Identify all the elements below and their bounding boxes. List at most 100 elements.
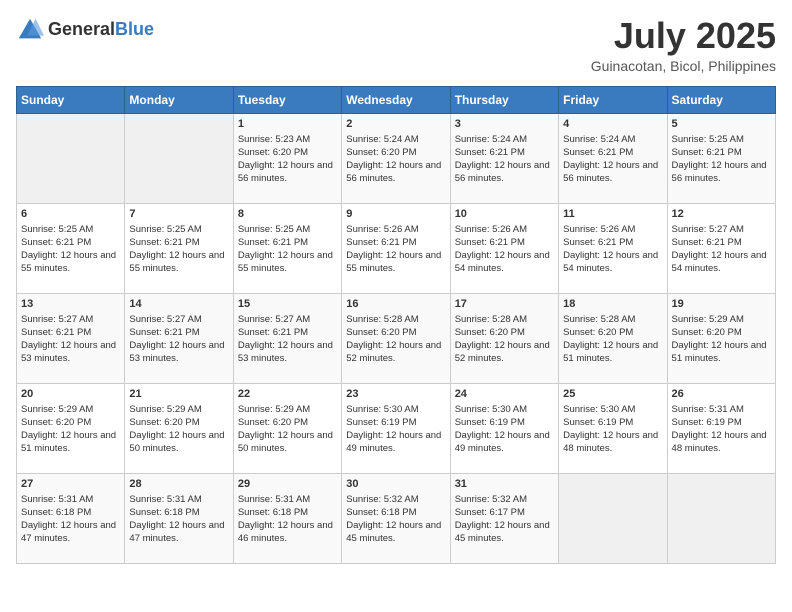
weekday-header-row: SundayMondayTuesdayWednesdayThursdayFrid… bbox=[17, 86, 776, 113]
weekday-header-thursday: Thursday bbox=[450, 86, 558, 113]
weekday-header-sunday: Sunday bbox=[17, 86, 125, 113]
day-info: Sunrise: 5:30 AMSunset: 6:19 PMDaylight:… bbox=[563, 403, 662, 456]
logo: GeneralBlue bbox=[16, 16, 154, 44]
day-info: Sunrise: 5:27 AMSunset: 6:21 PMDaylight:… bbox=[238, 313, 337, 366]
day-info: Sunrise: 5:32 AMSunset: 6:17 PMDaylight:… bbox=[455, 493, 554, 546]
day-info: Sunrise: 5:27 AMSunset: 6:21 PMDaylight:… bbox=[21, 313, 120, 366]
day-info: Sunrise: 5:31 AMSunset: 6:18 PMDaylight:… bbox=[129, 493, 228, 546]
day-number: 6 bbox=[21, 208, 120, 220]
day-number: 14 bbox=[129, 298, 228, 310]
day-info: Sunrise: 5:25 AMSunset: 6:21 PMDaylight:… bbox=[129, 223, 228, 276]
day-number: 27 bbox=[21, 478, 120, 490]
calendar-cell: 29 Sunrise: 5:31 AMSunset: 6:18 PMDayligh… bbox=[233, 473, 341, 563]
calendar-cell: 11 Sunrise: 5:26 AMSunset: 6:21 PMDayligh… bbox=[559, 203, 667, 293]
day-number: 26 bbox=[672, 388, 771, 400]
day-number: 17 bbox=[455, 298, 554, 310]
calendar-cell: 30Sunrise: 5:32 AMSunset: 6:18 PMDayligh… bbox=[342, 473, 450, 563]
calendar-cell: 1Sunrise: 5:23 AMSunset: 6:20 PMDaylight… bbox=[233, 113, 341, 203]
weekday-header-monday: Monday bbox=[125, 86, 233, 113]
weekday-header-tuesday: Tuesday bbox=[233, 86, 341, 113]
calendar-cell: 17 Sunrise: 5:28 AMSunset: 6:20 PMDayligh… bbox=[450, 293, 558, 383]
day-number: 8 bbox=[238, 208, 337, 220]
day-number: 9 bbox=[346, 208, 445, 220]
day-info: Sunrise: 5:28 AMSunset: 6:20 PMDaylight:… bbox=[455, 313, 554, 366]
calendar-cell: 22 Sunrise: 5:29 AMSunset: 6:20 PMDayligh… bbox=[233, 383, 341, 473]
day-number: 5 bbox=[672, 118, 771, 130]
day-info: Sunrise: 5:27 AMSunset: 6:21 PMDaylight:… bbox=[129, 313, 228, 366]
calendar-cell: 6Sunrise: 5:25 AMSunset: 6:21 PMDaylight… bbox=[17, 203, 125, 293]
day-number: 12 bbox=[672, 208, 771, 220]
day-number: 25 bbox=[563, 388, 662, 400]
day-number: 7 bbox=[129, 208, 228, 220]
day-info: Sunrise: 5:26 AMSunset: 6:21 PMDaylight:… bbox=[455, 223, 554, 276]
day-info: Sunrise: 5:29 AMSunset: 6:20 PMDaylight:… bbox=[238, 403, 337, 456]
day-info: Sunrise: 5:29 AMSunset: 6:20 PMDaylight:… bbox=[21, 403, 120, 456]
calendar-cell: 27 Sunrise: 5:31 AMSunset: 6:18 PMDayligh… bbox=[17, 473, 125, 563]
calendar-cell: 15 Sunrise: 5:27 AMSunset: 6:21 PMDayligh… bbox=[233, 293, 341, 383]
day-number: 29 bbox=[238, 478, 337, 490]
calendar-cell: 18 Sunrise: 5:28 AMSunset: 6:20 PMDayligh… bbox=[559, 293, 667, 383]
day-info: Sunrise: 5:28 AMSunset: 6:20 PMDaylight:… bbox=[346, 313, 445, 366]
calendar-cell: 19Sunrise: 5:29 AMSunset: 6:20 PMDayligh… bbox=[667, 293, 775, 383]
day-info: Sunrise: 5:24 AMSunset: 6:21 PMDaylight:… bbox=[563, 133, 662, 186]
day-number: 11 bbox=[563, 208, 662, 220]
title-section: July 2025 Guinacotan, Bicol, Philippines bbox=[591, 16, 776, 74]
day-info: Sunrise: 5:27 AMSunset: 6:21 PMDaylight:… bbox=[672, 223, 771, 276]
day-info: Sunrise: 5:28 AMSunset: 6:20 PMDaylight:… bbox=[563, 313, 662, 366]
day-number: 20 bbox=[21, 388, 120, 400]
calendar-table: SundayMondayTuesdayWednesdayThursdayFrid… bbox=[16, 86, 776, 564]
day-info: Sunrise: 5:26 AMSunset: 6:21 PMDaylight:… bbox=[563, 223, 662, 276]
day-info: Sunrise: 5:31 AMSunset: 6:18 PMDaylight:… bbox=[21, 493, 120, 546]
calendar-cell: 20 Sunrise: 5:29 AMSunset: 6:20 PMDayligh… bbox=[17, 383, 125, 473]
calendar-cell: 8 Sunrise: 5:25 AMSunset: 6:21 PMDaylight… bbox=[233, 203, 341, 293]
day-info: Sunrise: 5:24 AMSunset: 6:21 PMDaylight:… bbox=[455, 133, 554, 186]
page-header: GeneralBlue July 2025 Guinacotan, Bicol,… bbox=[16, 16, 776, 74]
day-info: Sunrise: 5:32 AMSunset: 6:18 PMDaylight:… bbox=[346, 493, 445, 546]
week-row-4: 20 Sunrise: 5:29 AMSunset: 6:20 PMDayligh… bbox=[17, 383, 776, 473]
day-number: 22 bbox=[238, 388, 337, 400]
day-number: 3 bbox=[455, 118, 554, 130]
weekday-header-wednesday: Wednesday bbox=[342, 86, 450, 113]
day-info: Sunrise: 5:30 AMSunset: 6:19 PMDaylight:… bbox=[455, 403, 554, 456]
location-title: Guinacotan, Bicol, Philippines bbox=[591, 58, 776, 74]
day-number: 16 bbox=[346, 298, 445, 310]
logo-text-general: General bbox=[48, 19, 115, 39]
calendar-cell: 31Sunrise: 5:32 AMSunset: 6:17 PMDayligh… bbox=[450, 473, 558, 563]
day-number: 10 bbox=[455, 208, 554, 220]
calendar-cell: 3 Sunrise: 5:24 AMSunset: 6:21 PMDaylight… bbox=[450, 113, 558, 203]
day-number: 19 bbox=[672, 298, 771, 310]
day-number: 4 bbox=[563, 118, 662, 130]
day-number: 15 bbox=[238, 298, 337, 310]
day-info: Sunrise: 5:25 AMSunset: 6:21 PMDaylight:… bbox=[672, 133, 771, 186]
logo-text-blue: Blue bbox=[115, 19, 154, 39]
calendar-cell: 4 Sunrise: 5:24 AMSunset: 6:21 PMDaylight… bbox=[559, 113, 667, 203]
calendar-cell: 26Sunrise: 5:31 AMSunset: 6:19 PMDayligh… bbox=[667, 383, 775, 473]
day-number: 21 bbox=[129, 388, 228, 400]
weekday-header-saturday: Saturday bbox=[667, 86, 775, 113]
day-info: Sunrise: 5:29 AMSunset: 6:20 PMDaylight:… bbox=[129, 403, 228, 456]
calendar-cell: 16 Sunrise: 5:28 AMSunset: 6:20 PMDayligh… bbox=[342, 293, 450, 383]
calendar-cell: 10 Sunrise: 5:26 AMSunset: 6:21 PMDayligh… bbox=[450, 203, 558, 293]
week-row-1: 1Sunrise: 5:23 AMSunset: 6:20 PMDaylight… bbox=[17, 113, 776, 203]
calendar-cell: 14 Sunrise: 5:27 AMSunset: 6:21 PMDayligh… bbox=[125, 293, 233, 383]
weekday-header-friday: Friday bbox=[559, 86, 667, 113]
calendar-cell: 7 Sunrise: 5:25 AMSunset: 6:21 PMDaylight… bbox=[125, 203, 233, 293]
calendar-cell: 2Sunrise: 5:24 AMSunset: 6:20 PMDaylight… bbox=[342, 113, 450, 203]
day-number: 18 bbox=[563, 298, 662, 310]
day-info: Sunrise: 5:26 AMSunset: 6:21 PMDaylight:… bbox=[346, 223, 445, 276]
day-info: Sunrise: 5:25 AMSunset: 6:21 PMDaylight:… bbox=[238, 223, 337, 276]
calendar-cell bbox=[559, 473, 667, 563]
day-number: 1 bbox=[238, 118, 337, 130]
logo-icon bbox=[16, 16, 44, 44]
calendar-cell: 21 Sunrise: 5:29 AMSunset: 6:20 PMDayligh… bbox=[125, 383, 233, 473]
day-info: Sunrise: 5:31 AMSunset: 6:18 PMDaylight:… bbox=[238, 493, 337, 546]
calendar-cell: 12 Sunrise: 5:27 AMSunset: 6:21 PMDayligh… bbox=[667, 203, 775, 293]
month-title: July 2025 bbox=[591, 16, 776, 56]
calendar-cell bbox=[17, 113, 125, 203]
calendar-cell: 13Sunrise: 5:27 AMSunset: 6:21 PMDayligh… bbox=[17, 293, 125, 383]
calendar-cell: 28Sunrise: 5:31 AMSunset: 6:18 PMDayligh… bbox=[125, 473, 233, 563]
calendar-cell: 5 Sunrise: 5:25 AMSunset: 6:21 PMDaylight… bbox=[667, 113, 775, 203]
day-number: 24 bbox=[455, 388, 554, 400]
week-row-2: 6 Sunrise: 5:25 AMSunset: 6:21 PMDaylight… bbox=[17, 203, 776, 293]
calendar-cell: 24 Sunrise: 5:30 AMSunset: 6:19 PMDayligh… bbox=[450, 383, 558, 473]
